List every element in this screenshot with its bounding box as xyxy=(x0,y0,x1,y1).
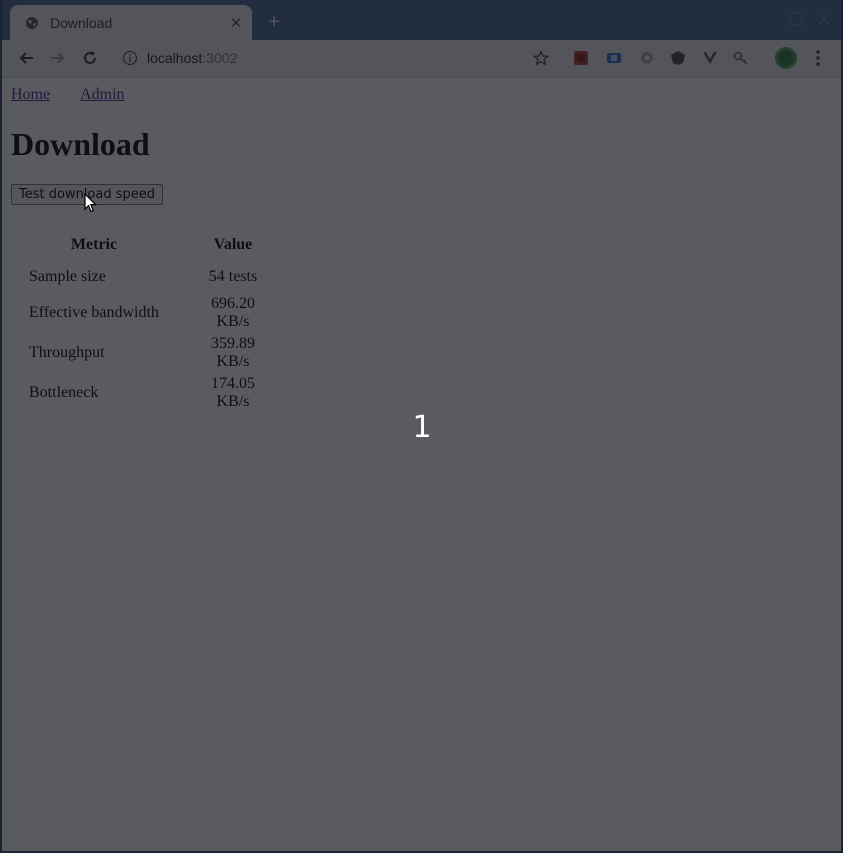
countdown-number: 1 xyxy=(412,410,432,445)
key-icon[interactable] xyxy=(733,50,749,66)
vue-devtools-icon[interactable] xyxy=(702,50,718,66)
metric-cell: Sample size xyxy=(29,268,106,285)
metrics-table: Metric Value Sample size 54 tests Effect… xyxy=(11,228,291,414)
url-port: :3002 xyxy=(202,50,238,66)
value-cell: 174.05 KB/s xyxy=(211,375,255,410)
tab-strip: Download ✕ + xyxy=(2,0,841,40)
mouse-cursor-icon xyxy=(84,192,98,213)
browser-toolbar: localhost:3002 xyxy=(2,40,841,78)
reload-icon[interactable] xyxy=(80,48,100,68)
forward-arrow-icon[interactable] xyxy=(48,48,68,68)
value-cell: 54 tests xyxy=(208,268,258,285)
extension-blue-icon[interactable] xyxy=(606,50,622,66)
page-content: Home Admin Download Test download speed M… xyxy=(2,78,841,851)
column-header-value: Value xyxy=(213,236,253,253)
window-close-icon[interactable] xyxy=(817,12,831,26)
extension-gray-icon[interactable] xyxy=(639,50,655,66)
address-bar[interactable]: localhost:3002 xyxy=(112,44,562,72)
nav-links: Home Admin xyxy=(11,86,155,104)
back-arrow-icon[interactable] xyxy=(16,48,36,68)
profile-avatar[interactable] xyxy=(775,47,797,69)
table-row: Effective bandwidth 696.20 KB/s xyxy=(13,294,289,332)
nav-link-home[interactable]: Home xyxy=(11,86,50,103)
nav-link-admin[interactable]: Admin xyxy=(80,86,124,103)
globe-icon xyxy=(24,15,40,31)
page-title: Download xyxy=(11,126,150,162)
value-cell: 696.20 KB/s xyxy=(211,295,255,330)
tab-download[interactable]: Download ✕ xyxy=(10,5,252,40)
table-row: Throughput 359.89 KB/s xyxy=(13,334,289,372)
extension-red-icon[interactable] xyxy=(573,50,589,66)
tab-title: Download xyxy=(50,14,113,31)
info-icon[interactable] xyxy=(122,50,138,66)
minimize-icon[interactable] xyxy=(789,12,803,26)
star-icon[interactable] xyxy=(531,48,551,68)
table-row: Bottleneck 174.05 KB/s xyxy=(13,374,289,412)
table-header-row: Metric Value xyxy=(13,230,289,260)
metric-cell: Throughput xyxy=(29,344,105,361)
column-header-metric: Metric xyxy=(70,236,118,253)
metric-cell: Effective bandwidth xyxy=(29,304,159,321)
table-row: Sample size 54 tests xyxy=(13,262,289,292)
url-host: localhost xyxy=(147,50,203,66)
url-text: localhost:3002 xyxy=(147,50,237,66)
value-cell: 359.89 KB/s xyxy=(211,335,255,370)
close-icon[interactable]: ✕ xyxy=(228,15,244,32)
menu-dots-icon[interactable] xyxy=(812,49,824,67)
metric-cell: Bottleneck xyxy=(29,384,99,401)
new-tab-button[interactable]: + xyxy=(264,12,284,32)
extension-dark-icon[interactable] xyxy=(670,50,686,66)
